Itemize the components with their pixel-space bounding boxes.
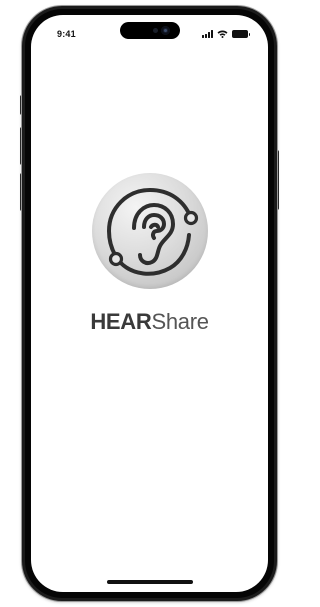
cellular-signal-icon bbox=[202, 30, 213, 38]
status-icons bbox=[202, 29, 250, 39]
ear-icon bbox=[106, 188, 198, 276]
front-camera-icon bbox=[160, 26, 170, 35]
app-screen: 9:41 HEARShare bbox=[31, 15, 268, 592]
wordmark-bold: HEAR bbox=[90, 309, 152, 334]
device-mockup: 9:41 HEARShare bbox=[0, 0, 297, 607]
phone-frame: 9:41 HEARShare bbox=[22, 6, 277, 601]
status-time: 9:41 bbox=[57, 29, 76, 39]
battery-icon bbox=[232, 30, 250, 38]
dynamic-island bbox=[119, 22, 180, 39]
home-indicator[interactable] bbox=[106, 580, 193, 584]
app-wordmark: HEARShare bbox=[31, 309, 268, 335]
app-logo-badge bbox=[91, 173, 208, 289]
status-bar: 9:41 bbox=[31, 15, 268, 49]
proximity-sensor bbox=[152, 28, 158, 33]
wordmark-light: Share bbox=[151, 309, 209, 334]
wifi-icon bbox=[217, 30, 228, 38]
